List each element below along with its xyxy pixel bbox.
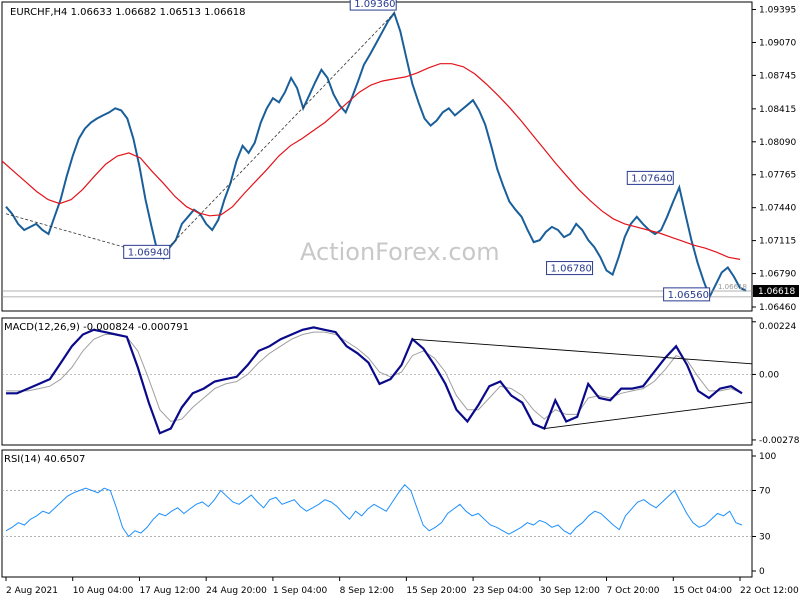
chart-svg: 1.09395 1.09070 1.08745 1.08415 1.08090 1.077… xyxy=(1,0,800,596)
price-tick-label: 1.07115 xyxy=(759,237,796,247)
macd-panel: 0.00224 0.00 -0.002785 xyxy=(1,317,800,446)
price-panel: 1.09395 1.09070 1.08745 1.08415 1.08090 1.077… xyxy=(1,0,799,313)
price-panel-title: EURCHF,H4 1.06633 1.06682 1.06513 1.0661… xyxy=(10,7,246,18)
price-annotation-label: 1.07640 xyxy=(631,173,672,184)
time-tick-label: 7 Oct 20:00 xyxy=(607,586,660,596)
rsi-tick-label: 30 xyxy=(759,533,771,543)
time-tick-label: 30 Sep 12:00 xyxy=(540,586,600,596)
price-tick-label: 1.06460 xyxy=(759,303,796,313)
macd-frame xyxy=(1,317,753,446)
price-tick-label: 1.08415 xyxy=(759,105,796,115)
macd-panel-title: MACD(12,26,9) -0.000824 -0.000791 xyxy=(4,322,189,333)
time-tick-label: 15 Sep 20:00 xyxy=(406,586,466,596)
price-tick-label: 1.06790 xyxy=(759,270,796,280)
price-tick-label: 1.07440 xyxy=(759,204,796,214)
price-tick-label: 1.09070 xyxy=(759,38,796,48)
rsi-tick-label: 70 xyxy=(759,487,771,497)
price-annotation-label: 1.06560 xyxy=(668,290,709,301)
macd-tick-label: -0.002785 xyxy=(759,436,800,446)
time-tick-label: 22 Oct 12:00 xyxy=(740,586,799,596)
trendline-dashed-2 xyxy=(163,12,395,253)
price-annotation-label: 1.09360 xyxy=(354,0,395,10)
price-overlap-label: 1.06618 xyxy=(718,283,747,291)
rsi-tick-label: 0 xyxy=(759,567,765,577)
time-tick-label: 17 Aug 12:00 xyxy=(139,586,200,596)
time-tick-label: 8 Sep 12:00 xyxy=(340,586,395,596)
rsi-panel: 100 70 30 0 xyxy=(1,449,776,578)
current-price-label: 1.06618 xyxy=(758,287,795,297)
price-annotation-label: 1.06940 xyxy=(128,247,169,258)
rsi-tick-label: 100 xyxy=(759,452,776,462)
price-tick-label: 1.08745 xyxy=(759,71,796,81)
macd-signal-line xyxy=(6,331,743,423)
watermark: ActionForex.com xyxy=(300,238,500,266)
rsi-line xyxy=(5,484,743,538)
moving-average-line xyxy=(1,63,741,260)
macd-tick-label: 0.00 xyxy=(759,370,779,380)
time-tick-label: 24 Aug 20:00 xyxy=(206,586,267,596)
price-annotation-label: 1.06780 xyxy=(551,264,592,275)
macd-trendline-lower xyxy=(544,401,753,429)
rsi-frame xyxy=(1,449,753,578)
time-tick-label: 23 Sep 04:00 xyxy=(473,586,533,596)
macd-tick-label: 0.00224 xyxy=(759,322,796,332)
price-tick-label: 1.08090 xyxy=(759,138,796,148)
time-tick-label: 10 Aug 04:00 xyxy=(73,586,134,596)
macd-trendline-upper xyxy=(412,338,753,365)
time-tick-label: 1 Sep 04:00 xyxy=(273,586,328,596)
time-axis: 2 Aug 2021 10 Aug 04:00 17 Aug 12:00 24 Aug… xyxy=(5,577,799,596)
price-tick-label: 1.09395 xyxy=(759,6,796,16)
time-tick-label: 2 Aug 2021 xyxy=(6,586,58,596)
rsi-panel-title: RSI(14) 40.6507 xyxy=(4,454,85,465)
price-tick-label: 1.07765 xyxy=(759,171,796,181)
time-tick-label: 15 Oct 04:00 xyxy=(673,586,732,596)
